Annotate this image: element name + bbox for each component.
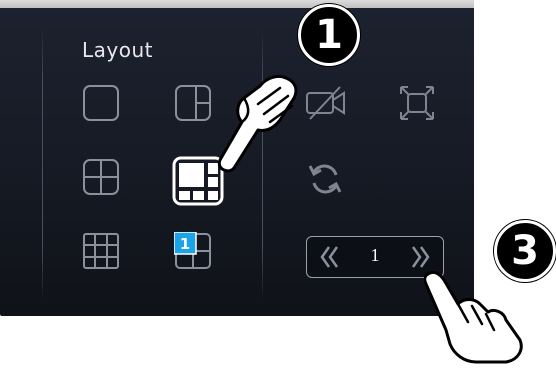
layout-title: Layout [82, 38, 153, 62]
pointing-hand-icon [217, 74, 298, 173]
double-chevron-right-icon [411, 246, 430, 268]
pointing-hand-icon-2 [424, 270, 523, 364]
panel-top-edge [0, 0, 474, 8]
pip-view-icon: 1 [174, 232, 211, 269]
single-view-button[interactable] [82, 84, 120, 122]
step-1-callout: 1 [298, 4, 360, 66]
nine-grid-view-icon [83, 233, 119, 269]
pip-badge: 1 [180, 235, 190, 253]
fullscreen-button[interactable] [398, 84, 436, 122]
fullscreen-icon [400, 86, 434, 120]
single-view-icon [83, 85, 119, 121]
pip-view-button[interactable]: 1 [174, 232, 212, 270]
next-page-button[interactable] [407, 243, 433, 271]
divider-left [42, 30, 43, 300]
nine-grid-view-button[interactable] [82, 232, 120, 270]
quad-view-button[interactable] [82, 158, 120, 196]
quad-view-icon [83, 159, 119, 195]
